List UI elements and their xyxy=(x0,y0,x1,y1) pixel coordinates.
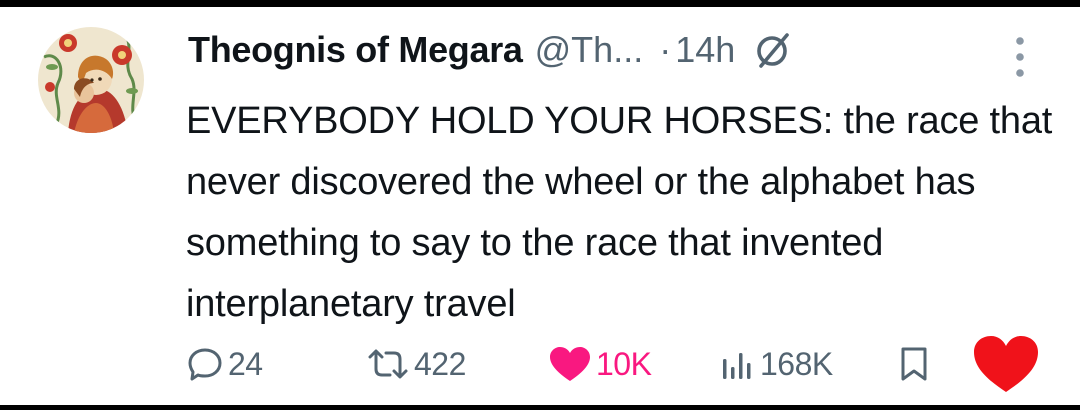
big-red-heart-icon xyxy=(972,334,1040,394)
avatar[interactable] xyxy=(38,27,144,133)
view-count: 168K xyxy=(760,345,833,382)
like-button[interactable]: 10K xyxy=(548,339,652,389)
vertical-dots-icon[interactable] xyxy=(1012,35,1028,79)
author-handle[interactable]: @Th... xyxy=(535,29,644,71)
action-bar: 24 422 10K 168K xyxy=(0,336,1080,392)
repost-arrows-icon xyxy=(366,345,410,383)
timestamp[interactable]: 14h xyxy=(675,29,735,71)
reply-count: 24 xyxy=(228,345,263,382)
slashed-circle-icon[interactable] xyxy=(753,30,793,70)
repost-button[interactable]: 422 xyxy=(366,339,466,389)
tweet-card[interactable]: Theognis of Megara @Th... · 14h EVERYBOD… xyxy=(0,7,1080,405)
separator-dot: · xyxy=(659,29,672,70)
reaction-button[interactable] xyxy=(972,331,1040,397)
author-name[interactable]: Theognis of Megara xyxy=(188,29,523,71)
speech-bubble-icon xyxy=(186,345,224,383)
like-count: 10K xyxy=(596,345,652,382)
bookmark-icon xyxy=(898,345,930,383)
tweet-header: Theognis of Megara @Th... · 14h xyxy=(188,25,793,75)
reply-button[interactable]: 24 xyxy=(186,339,263,389)
repost-count: 422 xyxy=(414,345,466,382)
avatar-image xyxy=(38,27,144,133)
bookmark-button[interactable] xyxy=(898,339,930,389)
bar-chart-icon xyxy=(720,345,756,383)
heart-filled-icon xyxy=(548,345,592,383)
views-button[interactable]: 168K xyxy=(720,339,833,389)
tweet-text: EVERYBODY HOLD YOUR HORSES: the race tha… xyxy=(186,100,1053,325)
